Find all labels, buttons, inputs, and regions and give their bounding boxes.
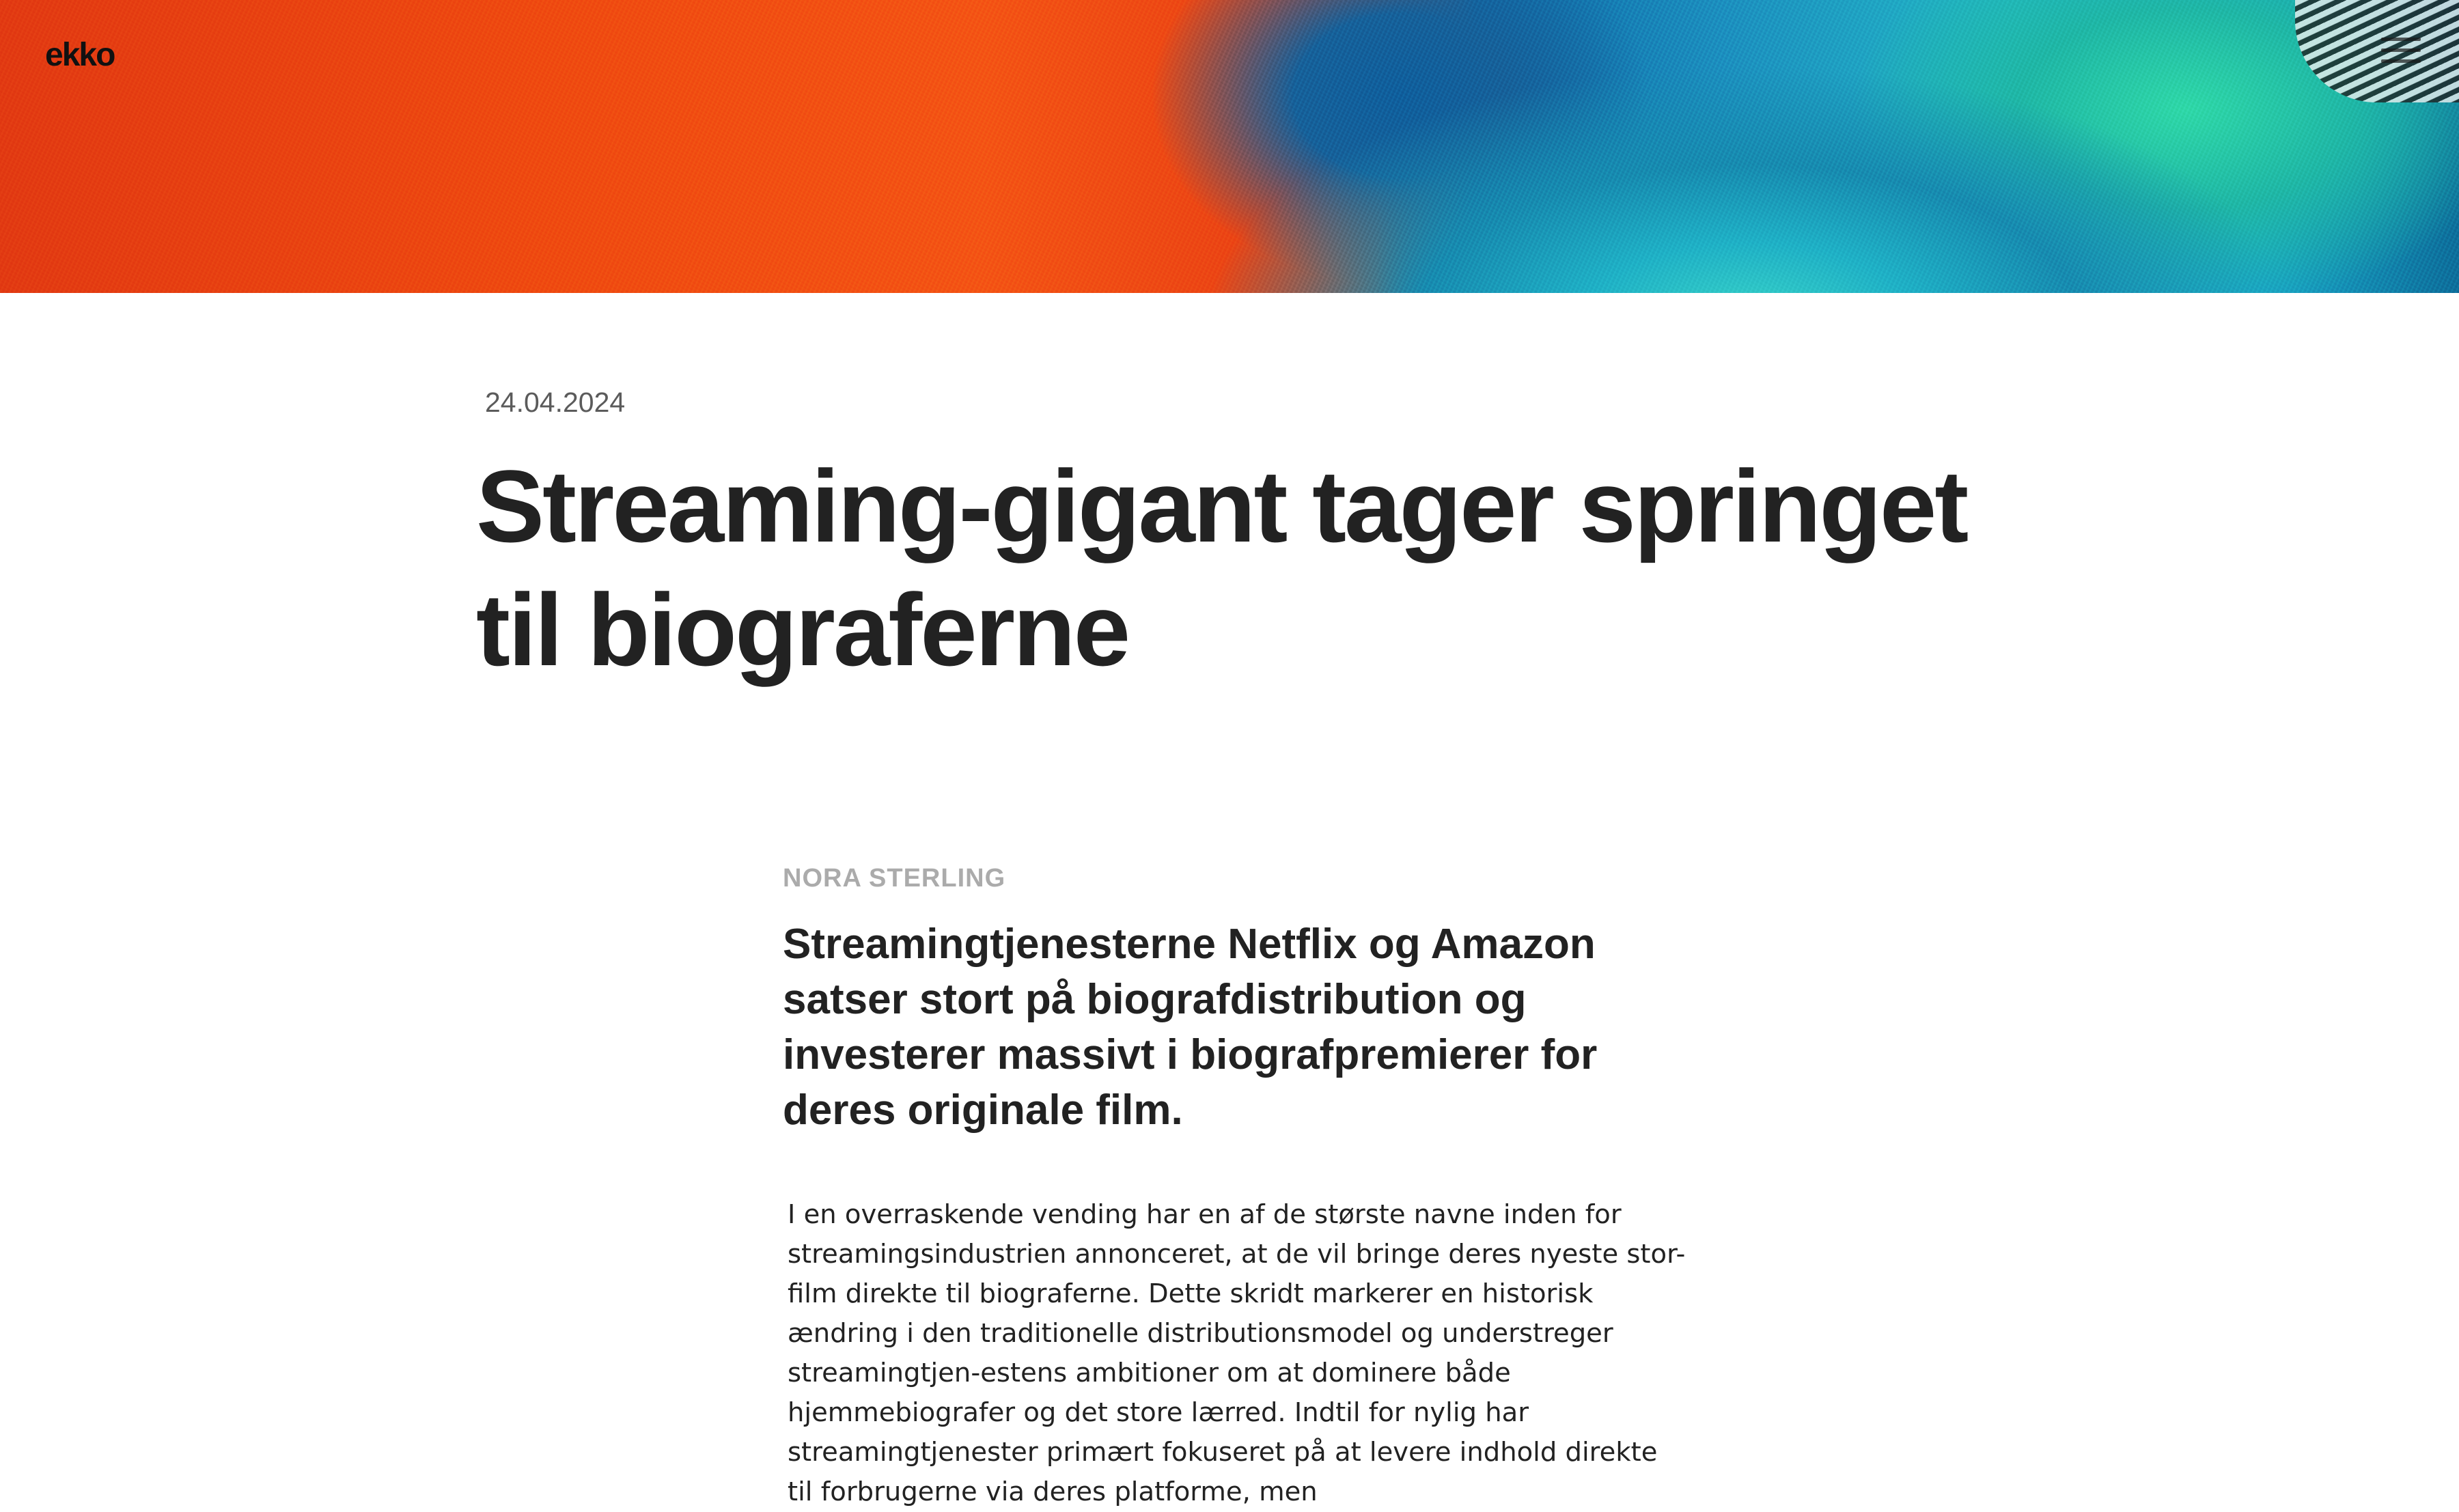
article-lead: Streamingtjenesterne Netflix og Amazon s… — [783, 921, 1598, 1134]
article-body: I en overraskende vending har en af de s… — [788, 1199, 1686, 1507]
menu-line-icon — [2381, 48, 2421, 52]
menu-line-icon — [2381, 59, 2421, 63]
hero-texture — [0, 0, 2459, 293]
article-date: 24.04.2024 — [485, 387, 626, 418]
site-logo[interactable]: ekko — [45, 37, 115, 73]
hamburger-menu-icon[interactable] — [2377, 30, 2421, 68]
menu-line-icon — [2381, 38, 2421, 41]
article-author: NORA STERLING — [783, 864, 1006, 893]
hero-image — [0, 0, 2459, 293]
article-title: Streaming-gigant tager springet til biog… — [476, 449, 1969, 687]
